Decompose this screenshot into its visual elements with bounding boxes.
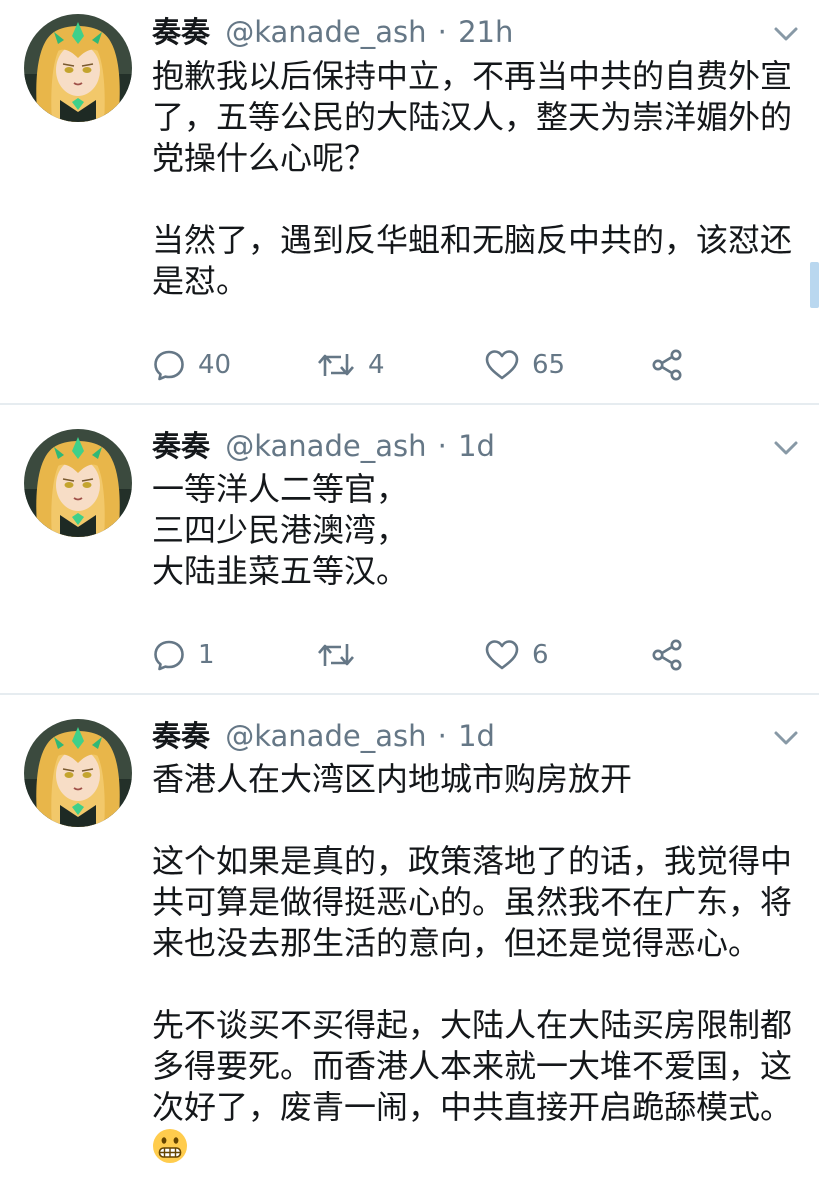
display-name[interactable]: 奏奏: [152, 15, 210, 49]
tweet-text-line: 抱歉我以后保持中立，不再当中共的自费外宣: [152, 57, 793, 95]
tweet-text: 香港人在大湾区内地城市购房放开 这个如果是真的，政策落地了的话，我觉得中 共可算…: [152, 759, 802, 1174]
separator-dot: ·: [437, 719, 447, 753]
tweet-header: 奏奏 @kanade_ash · 1d: [152, 716, 495, 756]
timestamp[interactable]: 1d: [458, 429, 495, 463]
reply-count: 1: [198, 640, 215, 670]
tweet-text-line: 党操什么心呢？: [152, 139, 377, 177]
tweet-text-line: 先不谈买不买得起，大陆人在大陆买房限制都: [152, 1006, 793, 1044]
avatar[interactable]: [24, 14, 132, 122]
like-count: 6: [532, 640, 549, 670]
like-count: 65: [532, 350, 566, 380]
tweet-text: 抱歉我以后保持中立，不再当中共的自费外宣 了，五等公民的大陆汉人，整天为崇洋媚外…: [152, 56, 802, 302]
tweet-text-line: 大陆韭菜五等汉。: [152, 552, 409, 590]
tweet[interactable]: 奏奏 @kanade_ash · 1d 香港人在大湾区内地城市购房放开 这个如果…: [0, 695, 819, 1200]
tweet-text-line: [152, 1128, 802, 1174]
tweet[interactable]: 奏奏 @kanade_ash · 21h 抱歉我以后保持中立，不再当中共的自费外…: [0, 0, 819, 404]
retweet-icon: [316, 638, 356, 672]
reply-count: 40: [198, 350, 232, 380]
handle[interactable]: @kanade_ash: [225, 15, 426, 49]
share-button[interactable]: [650, 635, 686, 675]
tweet-text-line: 当然了，遇到反华蛆和无脑反中共的，该怼还: [152, 221, 793, 259]
retweet-button[interactable]: 4: [316, 345, 385, 385]
share-button[interactable]: [650, 345, 686, 385]
chevron-down-icon[interactable]: [770, 726, 802, 750]
action-bar: 1 6: [152, 635, 802, 675]
tweet-text-line: 这个如果是真的，政策落地了的话，我觉得中: [152, 842, 793, 880]
tweet-text-line: 香港人在大湾区内地城市购房放开: [152, 760, 633, 798]
retweet-icon: [316, 348, 356, 382]
display-name[interactable]: 奏奏: [152, 429, 210, 463]
reply-button[interactable]: 40: [152, 345, 231, 385]
heart-icon: [484, 638, 520, 672]
tweet-text-line: 共可算是做得挺恶心的。虽然我不在广东，将: [152, 883, 793, 921]
avatar[interactable]: [24, 719, 132, 827]
separator-dot: ·: [437, 429, 447, 463]
tweet-text-line: [152, 964, 802, 1005]
tweet-text-line: [152, 800, 802, 841]
tweet-text: 一等洋人二等官， 三四少民港澳湾， 大陆韭菜五等汉。: [152, 469, 802, 592]
heart-icon: [484, 348, 520, 382]
retweet-button[interactable]: [316, 635, 368, 675]
tweet-text-line: 多得要死。而香港人本来就一大堆不爱国，这: [152, 1047, 793, 1085]
tweet-text-line: 一等洋人二等官，: [152, 470, 409, 508]
tweet-header: 奏奏 @kanade_ash · 1d: [152, 426, 495, 466]
tweet-text-line: [152, 179, 802, 220]
tweet[interactable]: 奏奏 @kanade_ash · 1d 一等洋人二等官， 三四少民港澳湾， 大陆…: [0, 405, 819, 693]
tweet-text-line: 三四少民港澳湾，: [152, 511, 409, 549]
tweet-text-line: 是怼。: [152, 262, 249, 300]
reply-icon: [152, 348, 186, 382]
display-name[interactable]: 奏奏: [152, 719, 210, 753]
scrollbar[interactable]: [810, 262, 819, 308]
like-button[interactable]: 6: [484, 635, 549, 675]
reply-icon: [152, 638, 186, 672]
share-icon: [650, 638, 686, 672]
timestamp[interactable]: 1d: [458, 719, 495, 753]
tweet-header: 奏奏 @kanade_ash · 21h: [152, 12, 513, 52]
chevron-down-icon[interactable]: [770, 436, 802, 460]
tweet-text-line: 来也没去那生活的意向，但还是觉得恶心。: [152, 924, 761, 962]
retweet-count: 4: [368, 350, 385, 380]
tweet-text-line: 了，五等公民的大陆汉人，整天为崇洋媚外的: [152, 98, 793, 136]
separator-dot: ·: [437, 15, 447, 49]
handle[interactable]: @kanade_ash: [225, 719, 426, 753]
share-icon: [650, 348, 686, 382]
timestamp[interactable]: 21h: [458, 15, 513, 49]
action-bar: 40 4 65: [152, 345, 802, 385]
reply-button[interactable]: 1: [152, 635, 215, 675]
like-button[interactable]: 65: [484, 345, 565, 385]
tweet-text-line: 次好了，废青一闹，中共直接开启跪舔模式。: [152, 1088, 793, 1126]
avatar[interactable]: [24, 429, 132, 537]
grimacing-face-emoji: [152, 1128, 188, 1174]
handle[interactable]: @kanade_ash: [225, 429, 426, 463]
chevron-down-icon[interactable]: [770, 22, 802, 46]
